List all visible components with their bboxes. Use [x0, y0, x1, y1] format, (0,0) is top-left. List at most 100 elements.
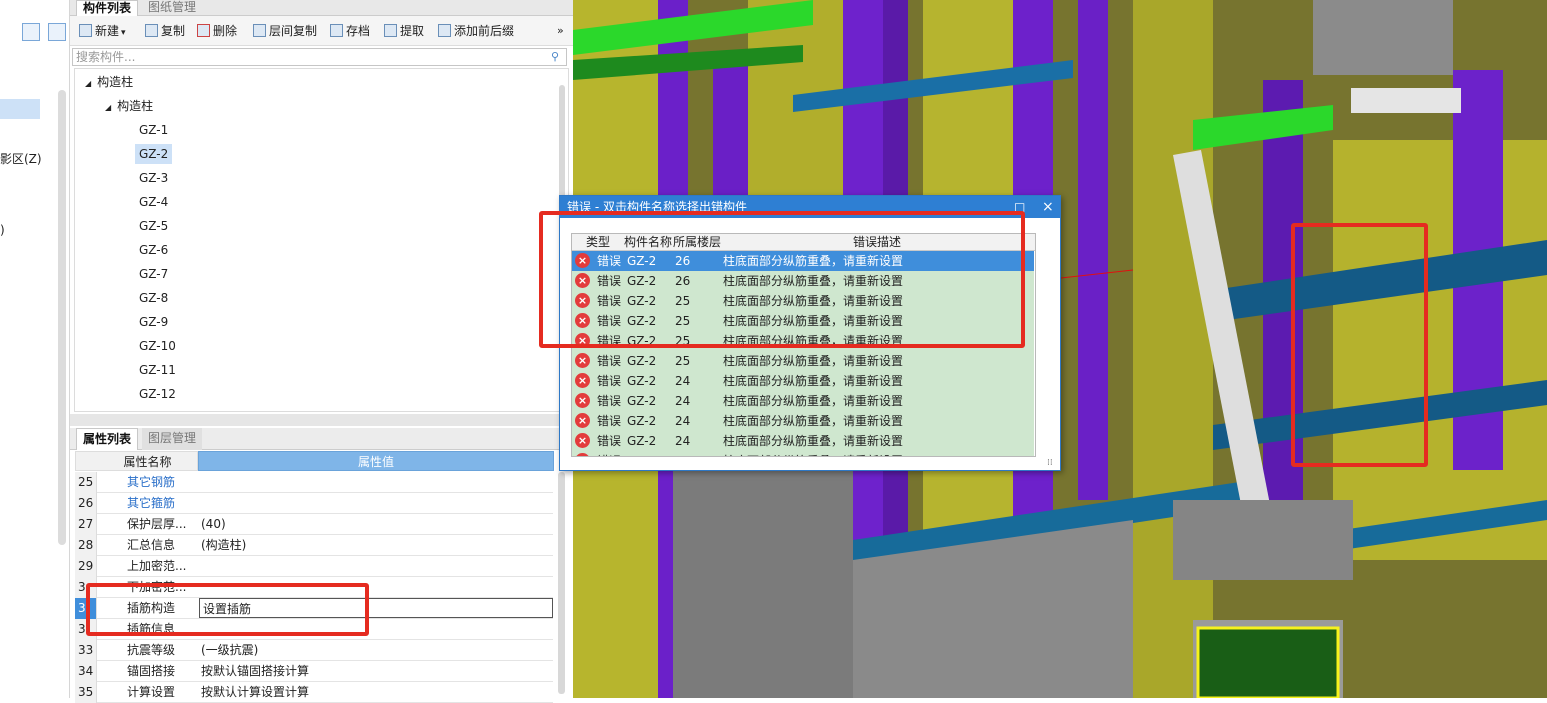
properties-tabbar: 属性列表 图层管理	[70, 428, 573, 450]
error-type: 错误	[597, 394, 622, 408]
archive-icon	[330, 24, 343, 37]
error-floor: 24	[675, 414, 691, 428]
annotation-box-model	[1291, 223, 1428, 467]
component-toolbar: 新建 ▾ 复制 删除 层间复制 存档 提取 添加前后缀 »	[70, 16, 573, 46]
error-icon: ×	[575, 413, 590, 428]
search-icon[interactable]: ⚲	[551, 50, 559, 63]
error-row[interactable]: × 错误 GZ-2 24 柱底面部分纵筋重叠，请重新设置	[572, 391, 1034, 411]
panel-splitter[interactable]	[70, 414, 573, 426]
header-prop-name: 属性名称	[75, 451, 198, 471]
floor-copy-icon	[253, 24, 266, 37]
archive-button[interactable]: 存档	[330, 23, 370, 39]
error-floor: 24	[675, 434, 691, 448]
properties-scrollbar[interactable]	[558, 472, 565, 694]
property-row[interactable]: 33 抗震等级 (一级抗震)	[75, 640, 553, 661]
error-row[interactable]: × 错误 GZ-2 24 柱底面部分纵筋重叠，请重新设置	[572, 371, 1034, 391]
header-prop-value: 属性值	[198, 451, 554, 471]
error-icon: ×	[575, 433, 590, 448]
tab-layer-manager[interactable]: 图层管理	[142, 428, 203, 450]
tree-item[interactable]: GZ-6	[135, 240, 172, 260]
tree-item-selected[interactable]: GZ-2	[135, 144, 173, 164]
error-icon: ×	[575, 453, 590, 456]
error-floor: 23	[675, 451, 690, 456]
error-floor: 24	[675, 394, 691, 408]
add-prefix-suffix-button[interactable]: 添加前后缀	[438, 23, 514, 39]
resize-grip-icon[interactable]: ⁞⁞	[1047, 458, 1053, 468]
expand-icon: ◢	[85, 79, 92, 88]
new-icon	[79, 24, 92, 37]
property-row[interactable]: 28 汇总信息 (构造柱)	[75, 535, 553, 556]
error-icon: ×	[575, 353, 590, 368]
tree-item[interactable]: GZ-1	[135, 120, 172, 140]
error-floor: 24	[675, 374, 691, 388]
error-row[interactable]: × 错误 GZ-2 23 柱底面部分纵筋重叠，请重新设置	[572, 451, 1034, 456]
error-type: 错误	[597, 354, 622, 368]
grid-view-icon[interactable]	[48, 23, 66, 41]
tree-root[interactable]: ◢ 构造柱	[85, 72, 133, 92]
error-description: 柱底面部分纵筋重叠，请重新设置	[723, 434, 904, 448]
property-row[interactable]: 35 计算设置 按默认计算设置计算	[75, 682, 553, 703]
error-component-name[interactable]: GZ-2	[627, 391, 656, 411]
delete-button[interactable]: 删除	[197, 23, 237, 39]
tree-child[interactable]: ◢ 构造柱	[105, 96, 153, 116]
property-row[interactable]: 34 锚固搭接 按默认锚固搭接计算	[75, 661, 553, 682]
close-icon[interactable]: ×	[1042, 196, 1054, 218]
chevron-down-icon: ▾	[121, 28, 126, 38]
error-type: 错误	[597, 434, 622, 448]
error-description: 柱底面部分纵筋重叠，请重新设置	[723, 451, 903, 456]
left-side-panel: 影区(Z) )	[0, 0, 70, 698]
tree-item[interactable]: GZ-12	[135, 384, 180, 404]
component-tree: ◢ 构造柱 ◢ 构造柱 GZ-1 GZ-2 GZ-3 GZ-4 GZ-5 GZ-6 …	[74, 68, 569, 412]
component-tabbar: 构件列表 图纸管理	[70, 0, 573, 16]
toolbar-overflow-button[interactable]: »	[557, 23, 564, 39]
tree-item[interactable]: GZ-9	[135, 312, 172, 332]
tree-item[interactable]: GZ-4	[135, 192, 172, 212]
property-row[interactable]: 27 保护层厚... (40)	[75, 514, 553, 535]
tree-item[interactable]: GZ-5	[135, 216, 172, 236]
extract-button[interactable]: 提取	[384, 23, 424, 39]
error-description: 柱底面部分纵筋重叠，请重新设置	[723, 394, 904, 408]
tree-item[interactable]: GZ-8	[135, 288, 172, 308]
error-description: 柱底面部分纵筋重叠，请重新设置	[723, 354, 904, 368]
properties-panel: 属性列表 图层管理 属性名称 属性值 25 其它钢筋 26 其它箍筋 27 保护层厚.…	[70, 428, 573, 703]
error-icon: ×	[575, 373, 590, 388]
error-row[interactable]: × 错误 GZ-2 24 柱底面部分纵筋重叠，请重新设置	[572, 411, 1034, 431]
nav-label-partial: )	[0, 223, 5, 237]
tree-item[interactable]: GZ-11	[135, 360, 180, 380]
error-component-name[interactable]: GZ-2	[627, 351, 656, 371]
selected-nav-item[interactable]	[0, 99, 40, 119]
property-row[interactable]: 29 上加密范...	[75, 556, 553, 577]
tab-properties[interactable]: 属性列表	[76, 428, 139, 450]
copy-icon	[145, 24, 158, 37]
list-view-icon[interactable]	[22, 23, 40, 41]
error-component-name[interactable]: GZ-2	[627, 451, 656, 456]
prefix-suffix-icon	[438, 24, 451, 37]
extract-icon	[384, 24, 397, 37]
scrollbar[interactable]	[58, 90, 66, 545]
error-icon: ×	[575, 393, 590, 408]
delete-icon	[197, 24, 210, 37]
floor-copy-button[interactable]: 层间复制	[253, 23, 317, 39]
error-component-name[interactable]: GZ-2	[627, 411, 656, 431]
copy-button[interactable]: 复制	[145, 23, 185, 39]
nav-label-partial: 影区(Z)	[0, 152, 42, 166]
component-search-input[interactable]: 搜索构件...	[72, 48, 567, 66]
annotation-box-property	[86, 583, 369, 636]
tree-item[interactable]: GZ-7	[135, 264, 172, 284]
error-type: 错误	[597, 451, 621, 456]
tab-drawing-manager[interactable]: 图纸管理	[142, 0, 202, 16]
property-row[interactable]: 25 其它钢筋	[75, 472, 553, 493]
error-description: 柱底面部分纵筋重叠，请重新设置	[723, 374, 904, 388]
tree-item[interactable]: GZ-10	[135, 336, 180, 356]
property-row[interactable]: 26 其它箍筋	[75, 493, 553, 514]
error-floor: 25	[675, 354, 691, 368]
component-list-panel: 构件列表 图纸管理 新建 ▾ 复制 删除 层间复制 存档 提取 添加前后缀 » 搜…	[70, 0, 573, 420]
error-component-name[interactable]: GZ-2	[627, 431, 656, 451]
tab-component-list[interactable]: 构件列表	[76, 0, 139, 16]
error-row[interactable]: × 错误 GZ-2 25 柱底面部分纵筋重叠，请重新设置	[572, 351, 1034, 371]
expand-icon: ◢	[105, 103, 112, 112]
error-row[interactable]: × 错误 GZ-2 24 柱底面部分纵筋重叠，请重新设置	[572, 431, 1034, 451]
new-button[interactable]: 新建 ▾	[79, 23, 126, 39]
tree-item[interactable]: GZ-3	[135, 168, 172, 188]
error-component-name[interactable]: GZ-2	[627, 371, 656, 391]
